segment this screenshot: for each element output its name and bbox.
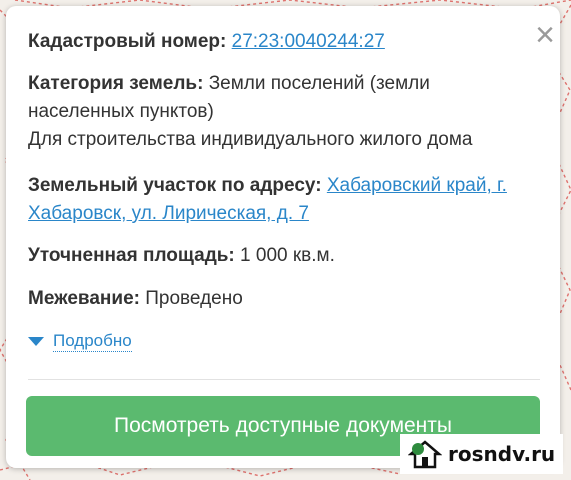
house-icon: [408, 440, 442, 469]
area-value: 1 000 кв.м.: [240, 245, 335, 266]
cadastral-number-row: Кадастровый номер: 27:23:0040244:27: [28, 28, 540, 56]
land-use-text: Для строительства индивидуального жилого…: [28, 129, 473, 150]
survey-row: Межевание: Проведено: [28, 285, 540, 313]
survey-label: Межевание:: [28, 288, 140, 309]
area-row: Уточненная площадь: 1 000 кв.м.: [28, 242, 540, 270]
land-category-row: Категория земель: Земли поселений (земли…: [28, 70, 540, 126]
survey-value: Проведено: [145, 288, 243, 309]
details-toggle[interactable]: Подробно: [28, 331, 132, 352]
address-label: Земельный участок по адресу:: [28, 175, 322, 196]
details-link[interactable]: Подробно: [53, 331, 132, 352]
area-label: Уточненная площадь:: [28, 245, 235, 266]
cadastral-number-label: Кадастровый номер:: [28, 31, 227, 52]
watermark-text: rosndv.ru: [448, 442, 556, 466]
address-row: Земельный участок по адресу: Хабаровский…: [28, 172, 540, 228]
watermark: rosndv.ru: [400, 434, 563, 474]
cadastral-info-popup: × Кадастровый номер: 27:23:0040244:27 Ка…: [6, 6, 560, 468]
divider: [28, 379, 540, 380]
cadastral-number-link[interactable]: 27:23:0040244:27: [232, 31, 385, 52]
land-category-label: Категория земель:: [28, 73, 204, 94]
triangle-down-icon: [28, 337, 44, 346]
